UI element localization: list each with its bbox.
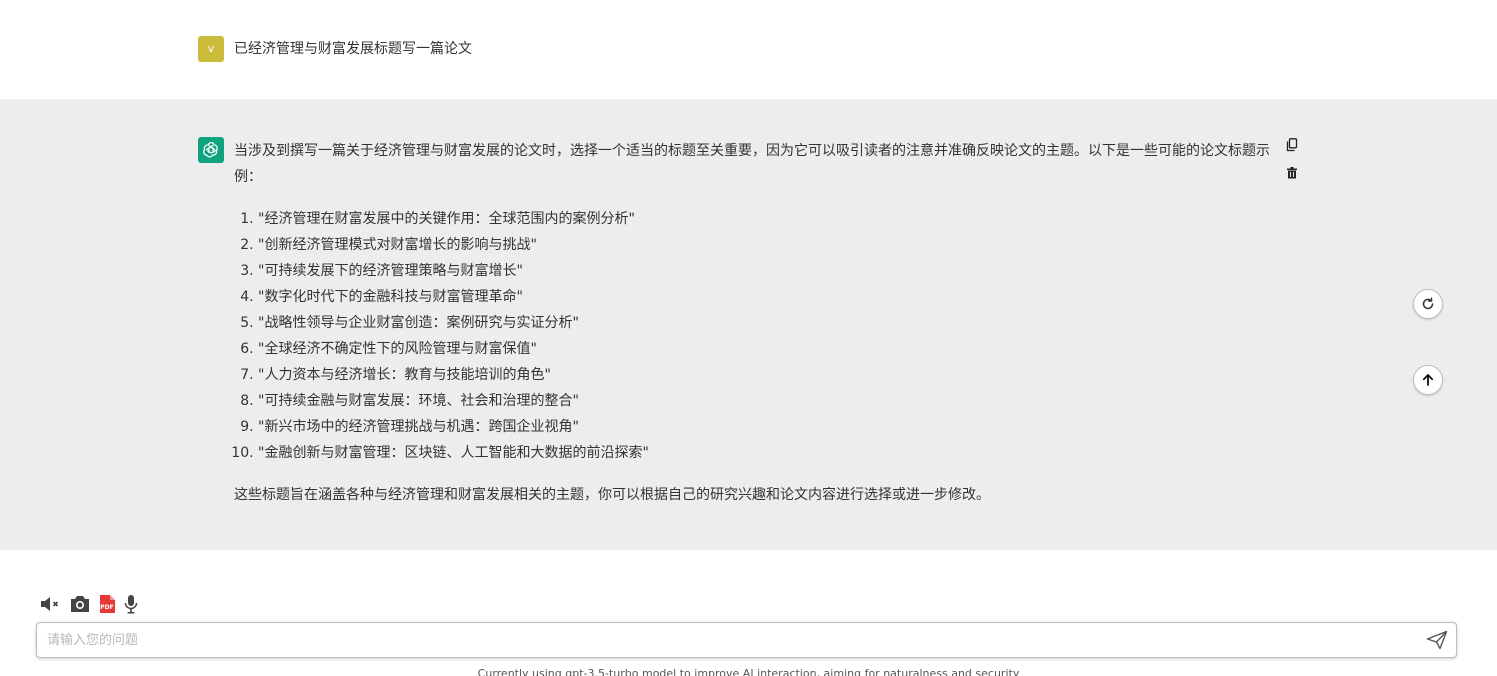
list-item: "新兴市场中的经济管理挑战与机遇：跨国企业视角": [258, 414, 1274, 440]
copy-icon: [1286, 138, 1298, 152]
arrow-up-icon: [1422, 374, 1434, 386]
speaker-mute-icon: [41, 597, 59, 611]
list-item: "可持续金融与财富发展：环境、社会和治理的整合": [258, 388, 1274, 414]
send-button[interactable]: [1426, 629, 1448, 651]
user-message: v 已经济管理与财富发展标题写一篇论文: [0, 0, 1497, 99]
question-input[interactable]: [47, 623, 1407, 657]
list-item: "创新经济管理模式对财富增长的影响与挑战": [258, 232, 1274, 258]
list-item: "全球经济不确定性下的风险管理与财富保值": [258, 336, 1274, 362]
chat-input-box: [36, 622, 1457, 658]
list-item: "战略性领导与企业财富创造：案例研究与实证分析": [258, 310, 1274, 336]
list-item: "可持续发展下的经济管理策略与财富增长": [258, 258, 1274, 284]
footer-note: Currently using gpt-3.5-turbo model to i…: [477, 667, 1020, 676]
chat-page: v 已经济管理与财富发展标题写一篇论文 当涉及到撰写一篇关于经济管理与财富发展的…: [0, 0, 1497, 676]
assistant-intro: 当涉及到撰写一篇关于经济管理与财富发展的论文时，选择一个适当的标题至关重要，因为…: [234, 143, 1270, 185]
list-item: "数字化时代下的金融科技与财富管理革命": [258, 284, 1274, 310]
microphone-icon: [124, 595, 138, 614]
assistant-message-content: 当涉及到撰写一篇关于经济管理与财富发展的论文时，选择一个适当的标题至关重要，因为…: [234, 138, 1274, 508]
svg-text:PDF: PDF: [100, 604, 113, 611]
openai-logo-icon: [203, 142, 218, 158]
pdf-button[interactable]: PDF: [98, 593, 116, 615]
list-item: "人力资本与经济增长：教育与技能培训的角色": [258, 362, 1274, 388]
mute-button[interactable]: [40, 593, 62, 615]
user-message-text: 已经济管理与财富发展标题写一篇论文: [234, 41, 472, 57]
list-item: "经济管理在财富发展中的关键作用：全球范围内的案例分析": [258, 206, 1274, 232]
screenshot-button[interactable]: [69, 593, 91, 615]
camera-icon: [71, 596, 89, 612]
trash-icon: [1287, 167, 1297, 179]
pdf-icon: PDF: [100, 595, 115, 613]
delete-button[interactable]: [1286, 164, 1298, 183]
input-toolbar: PDF: [40, 593, 139, 615]
assistant-message: 当涉及到撰写一篇关于经济管理与财富发展的论文时，选择一个适当的标题至关重要，因为…: [0, 99, 1497, 550]
voice-input-button[interactable]: [123, 593, 139, 615]
user-avatar: v: [198, 36, 224, 62]
assistant-outro: 这些标题旨在涵盖各种与经济管理和财富发展相关的主题，你可以根据自己的研究兴趣和论…: [234, 487, 990, 503]
scroll-top-button[interactable]: [1413, 365, 1443, 395]
title-list: "经济管理在财富发展中的关键作用：全球范围内的案例分析" "创新经济管理模式对财…: [234, 206, 1274, 466]
refresh-icon: [1422, 297, 1434, 310]
message-actions: [1285, 137, 1299, 183]
list-item: "金融创新与财富管理：区块链、人工智能和大数据的前沿探索": [258, 440, 1274, 466]
regenerate-button[interactable]: [1413, 289, 1443, 319]
send-icon: [1426, 630, 1448, 650]
copy-button[interactable]: [1286, 137, 1298, 156]
assistant-avatar: [198, 137, 224, 163]
